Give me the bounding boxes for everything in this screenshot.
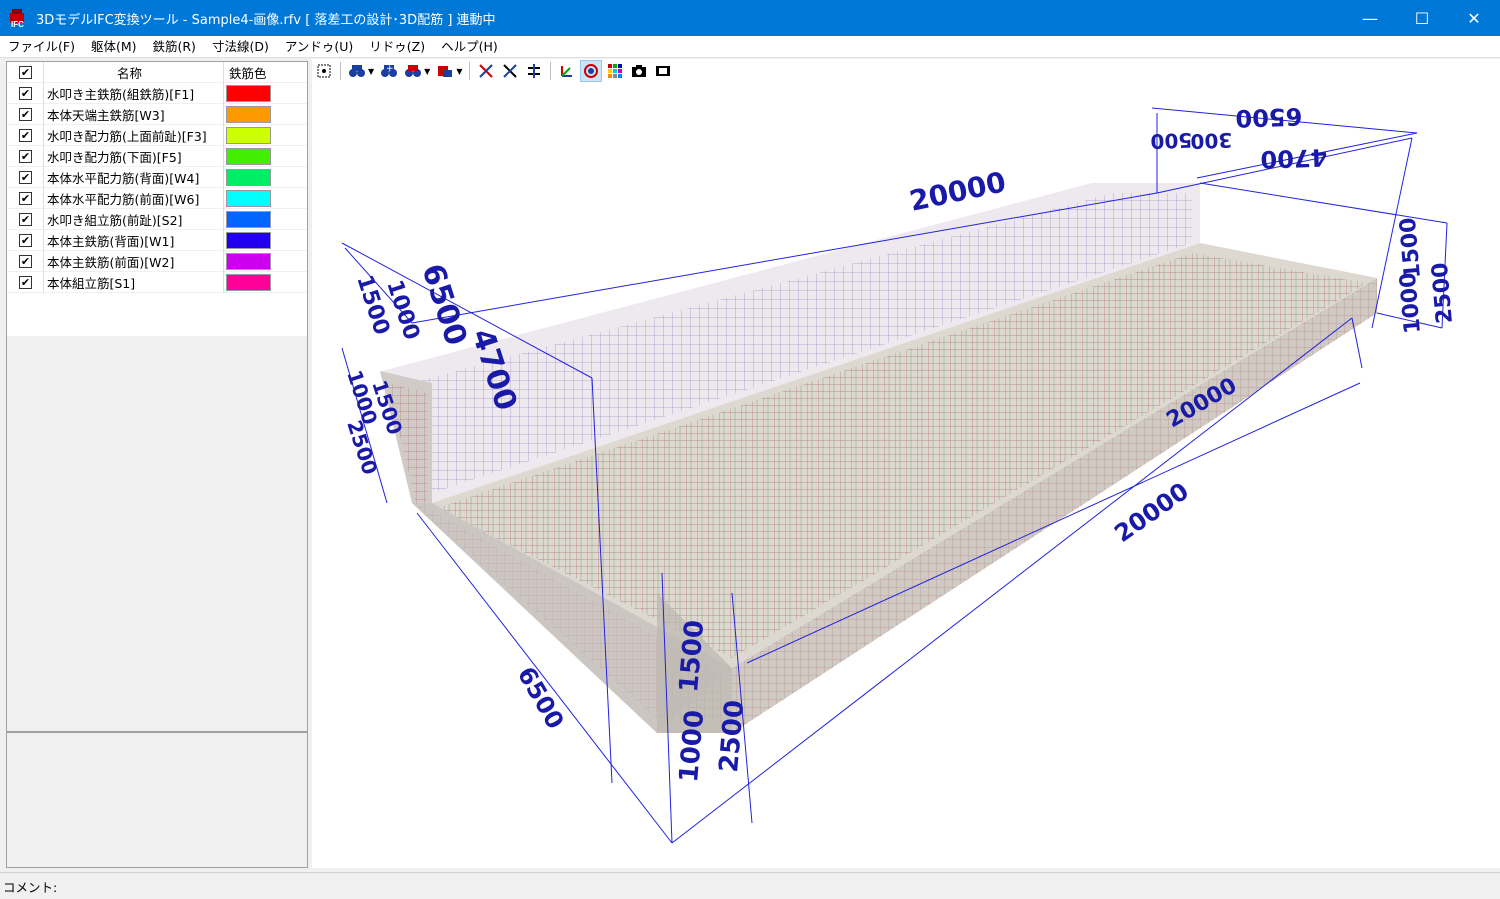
title-bar: IFC 3DモデルIFC変換ツール - Sample4-画像.rfv [ 落差工… (0, 0, 1500, 36)
dim-bottom-length: 20000 (1109, 477, 1193, 548)
rebar-color-swatch[interactable] (226, 147, 271, 165)
rebar-checkbox[interactable]: ✔ (19, 128, 32, 142)
rebar-color-swatch[interactable] (226, 252, 271, 270)
dim-right-height-b: 1500 (1396, 216, 1426, 279)
rebar-name: 水叩き組立筋(前趾)[S2] (47, 212, 183, 228)
dim-right-small2: 500 (1150, 128, 1193, 153)
dim-right-small: 300 (1190, 128, 1233, 153)
dim-right-height-a: 1000 (1396, 271, 1426, 334)
header-color: 鉄筋色 (229, 65, 267, 81)
dim-right-inner: 4700 (1260, 143, 1328, 173)
rebar-row[interactable]: ✔ 水叩き配力筋(下面)[F5] (7, 146, 307, 167)
rebar-checkbox[interactable]: ✔ (19, 191, 32, 205)
rebar-row[interactable]: ✔ 水叩き組立筋(前趾)[S2] (7, 209, 307, 230)
rebar-name: 水叩き主鉄筋(組鉄筋)[F1] (47, 86, 195, 102)
layer-dropdown-icon[interactable]: ▼ (456, 67, 462, 76)
dim-bottom-width: 6500 (512, 662, 570, 734)
find-remove-icon[interactable] (402, 60, 424, 82)
target-icon[interactable] (580, 60, 603, 82)
rebar-name: 本体水平配力筋(前面)[W6] (47, 191, 200, 207)
close-button[interactable]: ✕ (1448, 0, 1500, 36)
3d-viewport[interactable]: 20000 6500 4700 300 500 1000 1500 2500 6… (312, 83, 1500, 868)
maximize-button[interactable]: ☐ (1396, 0, 1448, 36)
3d-model-view: 20000 6500 4700 300 500 1000 1500 2500 6… (341, 102, 1458, 844)
dim-right-total: 6500 (1235, 102, 1303, 132)
find-icon[interactable] (346, 60, 368, 82)
cross-icon[interactable] (499, 60, 521, 82)
rebar-color-swatch[interactable] (226, 189, 271, 207)
rebar-checkbox[interactable]: ✔ (19, 107, 32, 121)
rebar-name: 水叩き配力筋(上面前趾)[F3] (47, 128, 207, 144)
rebar-name: 本体組立筋[S1] (47, 275, 136, 291)
rebar-checkbox[interactable]: ✔ (19, 149, 32, 163)
rebar-list: ✔ 名称 鉄筋色 ✔ 水叩き主鉄筋(組鉄筋)[F1] ✔ 本体天端主鉄筋[W3] ✔ 水叩… (6, 61, 308, 337)
rebar-name: 本体主鉄筋(前面)[W2] (47, 254, 175, 270)
rebar-checkbox[interactable]: ✔ (19, 233, 32, 247)
menu-rebar[interactable]: 鉄筋(R) (145, 36, 204, 58)
dim-front-height-a: 1000 (674, 709, 710, 784)
align-icon[interactable] (523, 60, 545, 82)
rebar-color-swatch[interactable] (226, 168, 271, 186)
rebar-name: 本体主鉄筋(背面)[W1] (47, 233, 175, 249)
menu-help[interactable]: ヘルプ(H) (433, 36, 506, 58)
rebar-color-swatch[interactable] (226, 105, 271, 123)
rebar-checkbox[interactable]: ✔ (19, 254, 32, 268)
rebar-row[interactable]: ✔ 本体天端主鉄筋[W3] (7, 104, 307, 125)
rebar-checkbox[interactable]: ✔ (19, 170, 32, 184)
film-icon[interactable] (652, 60, 674, 82)
menu-bar: ファイル(F) 躯体(M) 鉄筋(R) 寸法線(D) アンドゥ(U) リドゥ(Z… (0, 36, 1500, 58)
rebar-row[interactable]: ✔ 水叩き主鉄筋(組鉄筋)[F1] (7, 83, 307, 104)
rebar-name: 水叩き配力筋(下面)[F5] (47, 149, 182, 165)
layer-icon[interactable] (434, 60, 456, 82)
rebar-checkbox[interactable]: ✔ (19, 86, 32, 100)
property-area (6, 336, 308, 732)
rebar-color-swatch[interactable] (226, 210, 271, 228)
rebar-row[interactable]: ✔ 本体主鉄筋(背面)[W1] (7, 230, 307, 251)
find-dropdown-icon[interactable]: ▼ (368, 67, 374, 76)
app-icon: IFC (8, 7, 30, 29)
menu-file[interactable]: ファイル(F) (0, 36, 83, 58)
rebar-row[interactable]: ✔ 本体組立筋[S1] (7, 272, 307, 293)
minimize-button[interactable]: — (1344, 0, 1396, 36)
menu-dimension[interactable]: 寸法線(D) (204, 36, 277, 58)
toolbar: ▼ + ▼ ▼ (312, 59, 1500, 83)
rebar-color-swatch[interactable] (226, 231, 271, 249)
remove-dropdown-icon[interactable]: ▼ (424, 67, 430, 76)
dim-right-height-c: 2500 (1428, 261, 1458, 324)
dim-front-height-b: 1500 (674, 619, 710, 694)
camera-icon[interactable] (628, 60, 650, 82)
rebar-color-swatch[interactable] (226, 126, 271, 144)
menu-redo[interactable]: リドゥ(Z) (361, 36, 433, 58)
list-header: ✔ 名称 鉄筋色 (7, 62, 307, 83)
left-panel: ✔ 名称 鉄筋色 ✔ 水叩き主鉄筋(組鉄筋)[F1] ✔ 本体天端主鉄筋[W3] ✔ 水叩… (4, 60, 308, 868)
menu-undo[interactable]: アンドゥ(U) (277, 36, 361, 58)
comment-label: コメント: (3, 879, 58, 895)
svg-text:+: + (386, 64, 394, 74)
rebar-checkbox[interactable]: ✔ (19, 212, 32, 226)
dim-left-side3: 2500 (342, 417, 382, 477)
header-name: 名称 (117, 65, 143, 81)
rebar-color-swatch[interactable] (226, 84, 271, 102)
dim-left-width: 6500 (414, 260, 473, 350)
rebar-name: 本体水平配力筋(背面)[W4] (47, 170, 200, 186)
rebar-name: 本体天端主鉄筋[W3] (47, 107, 165, 123)
svg-text:IFC: IFC (11, 20, 24, 29)
select-all-icon[interactable] (313, 60, 335, 82)
rebar-row[interactable]: ✔ 本体水平配力筋(背面)[W4] (7, 167, 307, 188)
axis-icon[interactable] (556, 60, 578, 82)
find-add-icon[interactable]: + (378, 60, 400, 82)
window-title: 3DモデルIFC変換ツール - Sample4-画像.rfv [ 落差工の設計･… (36, 12, 496, 28)
rebar-row[interactable]: ✔ 本体水平配力筋(前面)[W6] (7, 188, 307, 209)
dim-front-height-c: 2500 (714, 699, 750, 774)
select-all-checkbox[interactable]: ✔ (19, 65, 32, 79)
rebar-select-icon[interactable] (475, 60, 497, 82)
rebar-checkbox[interactable]: ✔ (19, 275, 32, 289)
status-bar: コメント: (0, 872, 1500, 899)
comment-area (6, 732, 308, 868)
rebar-row[interactable]: ✔ 本体主鉄筋(前面)[W2] (7, 251, 307, 272)
menu-body[interactable]: 躯体(M) (83, 36, 145, 58)
palette-icon[interactable] (604, 60, 626, 82)
rebar-color-swatch[interactable] (226, 273, 271, 291)
rebar-row[interactable]: ✔ 水叩き配力筋(上面前趾)[F3] (7, 125, 307, 146)
